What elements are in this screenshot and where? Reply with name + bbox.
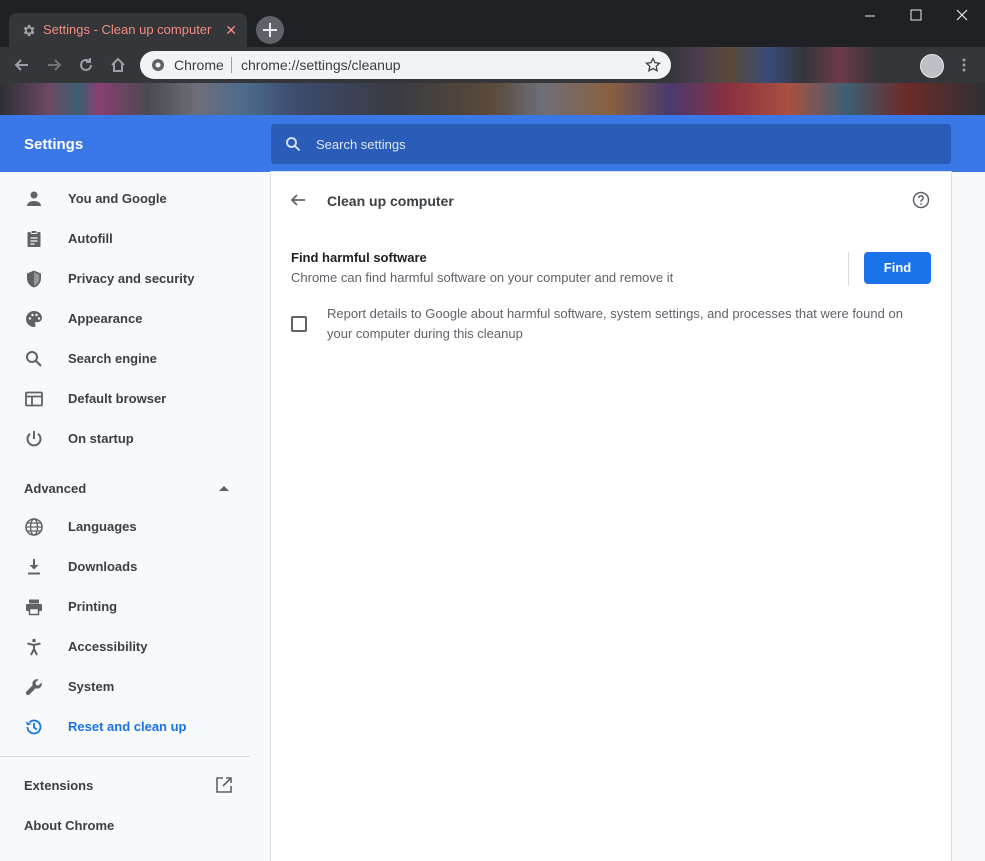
bookmarks-bar xyxy=(0,83,985,115)
shield-icon xyxy=(27,270,41,288)
search-box[interactable] xyxy=(271,124,951,164)
sidebar-item-label: On startup xyxy=(68,431,134,446)
sidebar-item-printing[interactable]: Printing xyxy=(0,587,250,627)
open-in-new-icon[interactable] xyxy=(215,776,233,794)
site-label: Chrome xyxy=(174,57,224,73)
browser-window-icon xyxy=(25,391,43,407)
chrome-logo-icon xyxy=(152,59,164,71)
search-input[interactable] xyxy=(316,124,916,164)
sidebar-item-about-chrome[interactable]: About Chrome xyxy=(24,818,114,833)
globe-icon xyxy=(25,518,43,536)
power-icon xyxy=(26,431,42,447)
download-icon xyxy=(28,559,40,575)
sidebar-item-autofill[interactable]: Autofill xyxy=(0,219,250,259)
report-details-checkbox[interactable] xyxy=(291,316,307,332)
sidebar: You and Google Autofill Privacy and secu… xyxy=(0,172,270,861)
sidebar-item-search-engine[interactable]: Search engine xyxy=(0,339,250,379)
sidebar-item-label: You and Google xyxy=(68,191,167,206)
sidebar-item-label: Downloads xyxy=(68,559,138,574)
more-menu-icon[interactable] xyxy=(958,57,970,73)
clipboard-icon xyxy=(27,230,41,247)
search-icon xyxy=(286,137,301,152)
sidebar-item-you-and-google[interactable]: You and Google xyxy=(0,179,250,219)
sidebar-item-privacy[interactable]: Privacy and security xyxy=(0,259,250,299)
report-details-label: Report details to Google about harmful s… xyxy=(327,306,903,341)
search-icon xyxy=(26,351,42,367)
sidebar-item-system[interactable]: System xyxy=(0,667,250,707)
close-window-icon[interactable] xyxy=(952,6,972,26)
bookmark-star-icon[interactable] xyxy=(645,57,661,73)
page-title: Settings xyxy=(24,136,84,153)
printer-icon xyxy=(26,599,42,616)
caret-up-icon[interactable] xyxy=(219,485,229,491)
browser-toolbar: Chrome chrome://settings/cleanup xyxy=(0,47,985,83)
palette-icon xyxy=(26,311,42,327)
find-harmful-title: Find harmful software xyxy=(291,250,427,265)
address-bar[interactable]: Chrome chrome://settings/cleanup xyxy=(140,51,671,79)
profile-avatar[interactable] xyxy=(920,54,944,78)
sidebar-item-label: System xyxy=(68,679,115,694)
minimize-icon[interactable] xyxy=(860,6,880,26)
sidebar-item-label: Languages xyxy=(68,519,137,534)
omnibox-separator xyxy=(231,57,232,73)
cleanup-card: Clean up computer Find harmful software … xyxy=(271,172,951,861)
sidebar-item-label: Autofill xyxy=(68,231,113,246)
sidebar-item-label: Printing xyxy=(68,599,118,614)
row-separator xyxy=(848,252,849,286)
advanced-section-toggle[interactable]: Advanced xyxy=(24,481,86,496)
sidebar-item-label: Reset and clean up xyxy=(68,719,187,734)
blurred-extensions xyxy=(672,47,912,83)
new-tab-button[interactable] xyxy=(256,16,284,44)
wrench-icon xyxy=(25,679,42,696)
sidebar-item-label: Privacy and security xyxy=(68,271,195,286)
subpage-title: Clean up computer xyxy=(327,193,454,209)
settings-header: Settings xyxy=(0,115,985,172)
history-icon xyxy=(25,719,42,735)
home-icon[interactable] xyxy=(109,56,127,74)
person-icon xyxy=(27,191,41,206)
help-icon[interactable] xyxy=(912,191,930,209)
find-button[interactable]: Find xyxy=(864,252,931,284)
sidebar-item-languages[interactable]: Languages xyxy=(0,507,250,547)
sidebar-item-label: Appearance xyxy=(68,311,143,326)
sidebar-item-label: Search engine xyxy=(68,351,157,366)
back-arrow-icon[interactable] xyxy=(13,56,31,74)
title-bar: Settings - Clean up computer ✕ xyxy=(0,0,985,47)
sidebar-item-on-startup[interactable]: On startup xyxy=(0,419,250,459)
forward-arrow-icon[interactable] xyxy=(45,56,63,74)
sidebar-item-extensions[interactable]: Extensions xyxy=(24,778,93,793)
sidebar-item-label: Accessibility xyxy=(68,639,148,654)
tab-title: Settings - Clean up computer xyxy=(43,22,212,37)
back-arrow-icon[interactable] xyxy=(289,191,307,209)
accessibility-icon xyxy=(27,638,41,656)
url-text[interactable]: chrome://settings/cleanup xyxy=(241,57,401,73)
sidebar-item-label: Default browser xyxy=(68,391,167,406)
reload-icon[interactable] xyxy=(77,56,95,74)
plus-icon xyxy=(263,23,277,37)
settings-gear-icon xyxy=(23,24,35,37)
sidebar-item-accessibility[interactable]: Accessibility xyxy=(0,627,250,667)
sidebar-item-default-browser[interactable]: Default browser xyxy=(0,379,250,419)
sidebar-item-downloads[interactable]: Downloads xyxy=(0,547,250,587)
find-harmful-description: Chrome can find harmful software on your… xyxy=(291,270,674,285)
maximize-icon[interactable] xyxy=(906,6,926,26)
sidebar-item-appearance[interactable]: Appearance xyxy=(0,299,250,339)
sidebar-divider xyxy=(0,756,250,757)
tab-close-icon[interactable]: ✕ xyxy=(225,22,237,38)
sidebar-item-reset-and-clean-up[interactable]: Reset and clean up xyxy=(0,707,250,747)
browser-tab[interactable]: Settings - Clean up computer ✕ xyxy=(9,13,247,47)
